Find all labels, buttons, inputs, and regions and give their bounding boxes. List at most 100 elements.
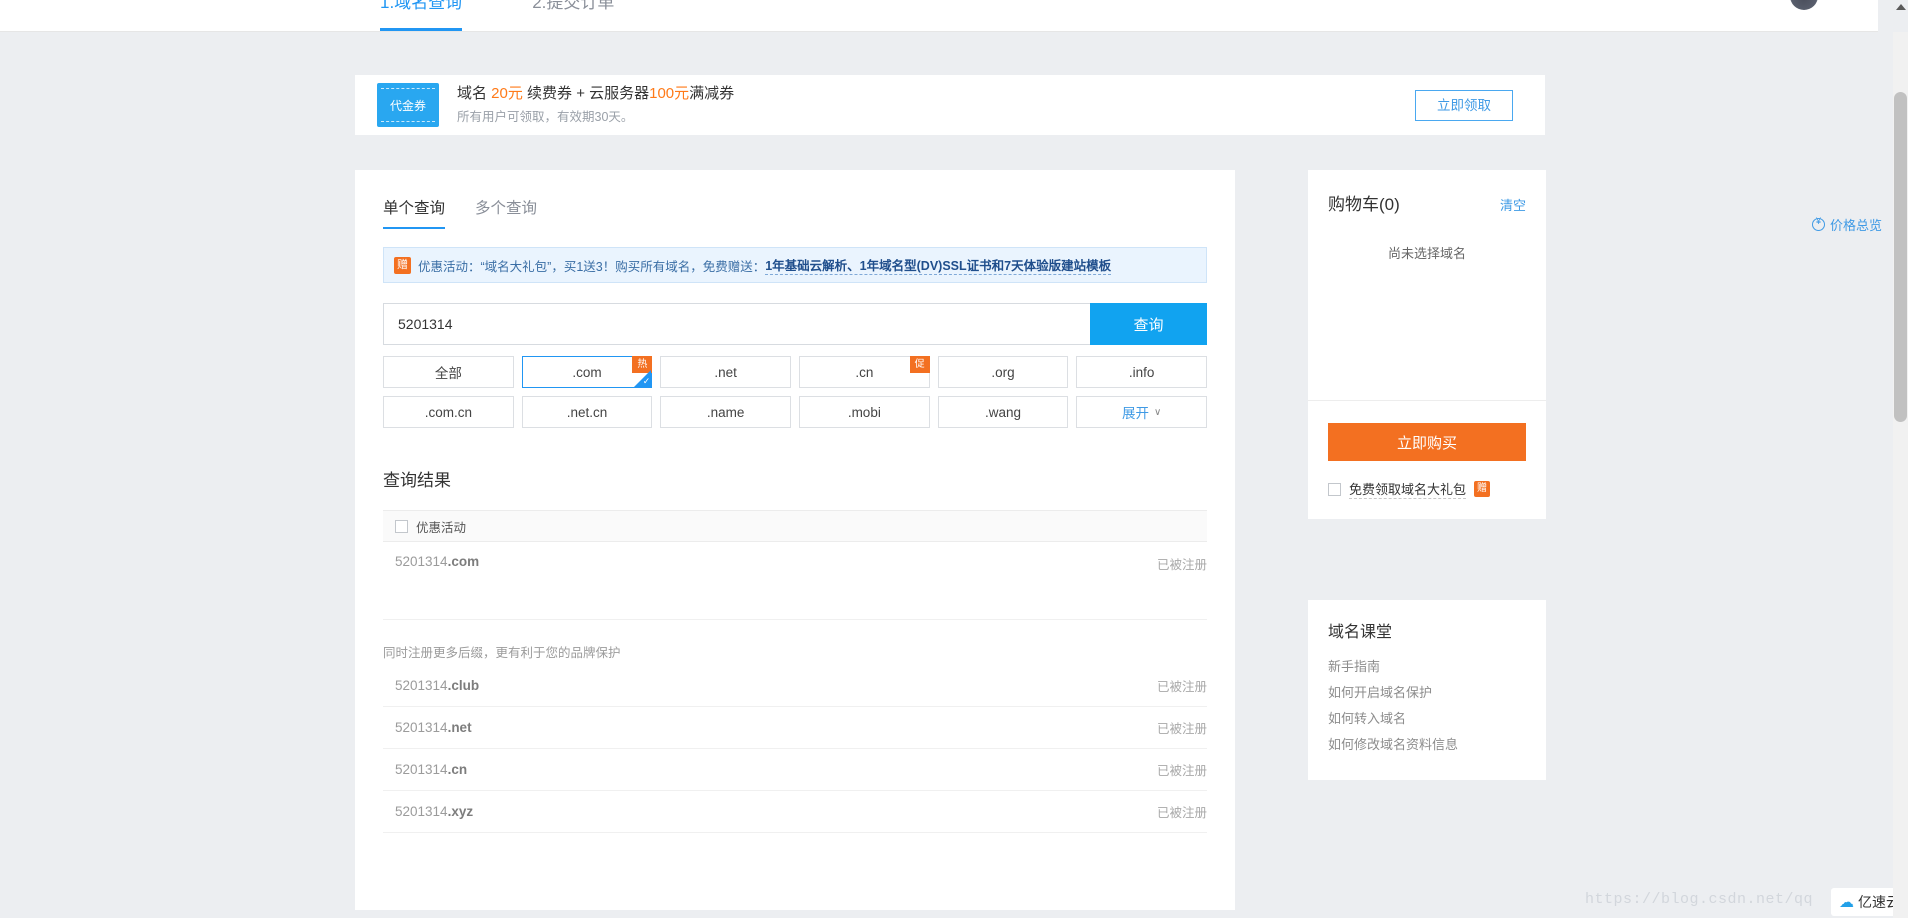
voucher-title-mid: 续费券 + 云服务器	[522, 85, 650, 102]
scrollbar-thumb[interactable]	[1894, 92, 1907, 422]
price-overview-link[interactable]: 价格总览	[1811, 215, 1882, 234]
domain-class-link-beginner[interactable]: 新手指南	[1328, 654, 1526, 680]
table-row[interactable]: 5201314.cn 已被注册	[383, 749, 1207, 791]
status-badge: 已被注册	[1156, 764, 1207, 778]
domain-class-title: 域名课堂	[1328, 624, 1393, 641]
voucher-amount-server: 100元	[649, 85, 690, 102]
tld-option-wang[interactable]: .wang	[937, 396, 1069, 428]
tld-option-net[interactable]: .net	[660, 356, 791, 388]
promo-text-strong: 1年基础云解析、1年域名型(DV)SSL证书和7天体验版建站模板	[765, 255, 1112, 275]
domain-class-link-transfer[interactable]: 如何转入域名	[1328, 706, 1526, 732]
free-gift-checkbox[interactable]	[1328, 482, 1341, 496]
tld-label: .mobi	[847, 404, 881, 420]
tld-option-info[interactable]: .info	[1076, 356, 1207, 388]
domain-name: 5201314.xyz	[395, 804, 474, 819]
tld-label: .name	[706, 404, 745, 420]
tld-option-mobi[interactable]: .mobi	[799, 396, 930, 428]
free-gift-row: 免费领取域名大礼包 赠	[1328, 479, 1526, 499]
voucher-title-prefix: 域名	[457, 85, 492, 102]
cart-title: 购物车(0)	[1328, 195, 1400, 214]
scrollbar-track[interactable]	[1893, 32, 1908, 918]
chevron-down-icon: ∨	[1154, 406, 1162, 418]
tld-filter-grid: 全部 .com 热 ✓ .net .cn 促 .org .info .com.c…	[383, 356, 1207, 428]
watermark-url: https://blog.csdn.net/qq	[1584, 891, 1813, 908]
tld-label: .com	[572, 364, 602, 380]
page-root: 1.域名查询 2.提交订单 代金券 域名 20元 续费券 + 云服务器100元满…	[0, 0, 1908, 918]
gift-icon: 赠	[1474, 481, 1491, 497]
promo-filter-checkbox[interactable]	[395, 519, 408, 533]
tab-multi-query[interactable]: 多个查询	[475, 196, 537, 229]
tld-label: .info	[1128, 364, 1155, 380]
table-row[interactable]: 5201314.net 已被注册	[383, 707, 1207, 749]
promo-text: 优惠活动：“域名大礼包”，买1送3！购买所有域名，免费赠送：	[418, 259, 766, 274]
domain-class-link-protection[interactable]: 如何开启域名保护	[1328, 680, 1526, 706]
cart-header: 购物车(0) 清空	[1308, 170, 1546, 215]
search-card: 单个查询 多个查询 赠 优惠活动：“域名大礼包”，买1送3！购买所有域名，免费赠…	[355, 170, 1235, 910]
buy-now-button[interactable]: 立即购买	[1328, 423, 1526, 461]
domain-class-panel: 域名课堂 新手指南 如何开启域名保护 如何转入域名 如何修改域名资料信息	[1308, 600, 1546, 780]
cart-empty-text: 尚未选择域名	[1387, 246, 1466, 261]
tld-expand-button[interactable]: 展开 ∨	[1076, 396, 1207, 428]
status-badge: 已被注册	[1156, 806, 1207, 820]
voucher-subtitle: 所有用户可领取，有效期30天。	[457, 110, 634, 124]
tld-label: .wang	[984, 404, 1021, 420]
table-row[interactable]: 5201314.xyz 已被注册	[383, 791, 1207, 833]
domain-class-link-modify-info[interactable]: 如何修改域名资料信息	[1328, 732, 1526, 758]
results-header: 优惠活动	[383, 510, 1207, 542]
avatar[interactable]	[1790, 0, 1818, 10]
tld-label: .net	[714, 364, 737, 380]
step-tab-label: 2.提交订单	[532, 0, 615, 12]
claim-voucher-button[interactable]: 立即领取	[1415, 89, 1513, 121]
tld-label: .org	[991, 364, 1015, 380]
promo-badge-icon: 促	[909, 356, 930, 373]
checkmark-icon: ✓	[642, 376, 651, 386]
voucher-title-suffix: 满减券	[689, 85, 735, 102]
table-row[interactable]: 5201314.club 已被注册	[383, 665, 1207, 707]
domain-name: 5201314.club	[395, 678, 480, 693]
step-tab-label: 1.域名查询	[380, 0, 463, 12]
tab-label: 单个查询	[383, 200, 446, 217]
status-badge: 已被注册	[1156, 722, 1207, 736]
search-input[interactable]	[383, 303, 1090, 345]
cloud-icon: ☁	[1839, 894, 1854, 911]
step-tab-submit-order[interactable]: 2.提交订单	[532, 0, 614, 31]
tld-label: 展开	[1122, 406, 1149, 421]
status-badge: 已被注册	[1156, 680, 1207, 694]
tld-option-name[interactable]: .name	[660, 396, 791, 428]
tab-label: 多个查询	[475, 200, 538, 217]
voucher-ticket-icon: 代金券	[377, 83, 439, 127]
divider	[1308, 400, 1546, 401]
step-tab-domain-search[interactable]: 1.域名查询	[380, 0, 463, 31]
free-gift-label: 免费领取域名大礼包	[1349, 479, 1467, 499]
scroll-up-arrow-icon[interactable]	[1896, 4, 1906, 10]
tld-option-com-cn[interactable]: .com.cn	[383, 396, 514, 428]
tld-label: .com.cn	[424, 404, 472, 420]
tld-label: 全部	[434, 366, 462, 381]
step-tabs: 1.域名查询 2.提交订单	[380, 0, 614, 31]
voucher-icon-label: 代金券	[389, 98, 426, 113]
tab-single-query[interactable]: 单个查询	[383, 196, 446, 229]
voucher-banner: 代金券 域名 20元 续费券 + 云服务器100元满减券 所有用户可领取，有效期…	[355, 75, 1545, 135]
cart-clear-button[interactable]: 清空	[1500, 195, 1526, 214]
voucher-title: 域名 20元 续费券 + 云服务器100元满减券	[457, 83, 734, 105]
tld-option-cn[interactable]: .cn 促	[799, 356, 930, 388]
voucher-amount-domain: 20元	[491, 85, 523, 102]
shopping-cart-panel: 购物车(0) 清空 尚未选择域名 立即购买 免费领取域名大礼包 赠	[1308, 170, 1546, 519]
top-bar: 1.域名查询 2.提交订单	[0, 0, 1878, 32]
tld-option-org[interactable]: .org	[937, 356, 1069, 388]
suffix-note: 同时注册更多后缀，更有利于您的品牌保护	[383, 646, 621, 660]
results-header-label: 优惠活动	[416, 520, 467, 535]
tld-label: .cn	[855, 364, 874, 380]
tld-option-com[interactable]: .com 热 ✓	[521, 356, 653, 388]
search-row: 查询	[383, 303, 1207, 345]
search-button[interactable]: 查询	[1090, 303, 1207, 345]
domain-name: 5201314.net	[395, 720, 472, 735]
tld-option-all[interactable]: 全部	[383, 356, 514, 388]
domain-name: 5201314.com	[395, 554, 480, 569]
price-overview-label: 价格总览	[1829, 218, 1882, 233]
query-tabs: 单个查询 多个查询	[355, 170, 1235, 229]
tld-label: .net.cn	[566, 404, 608, 420]
tld-option-net-cn[interactable]: .net.cn	[521, 396, 653, 428]
table-row[interactable]: 5201314.com 已被注册	[383, 542, 1207, 620]
gift-icon: 赠	[394, 256, 411, 274]
